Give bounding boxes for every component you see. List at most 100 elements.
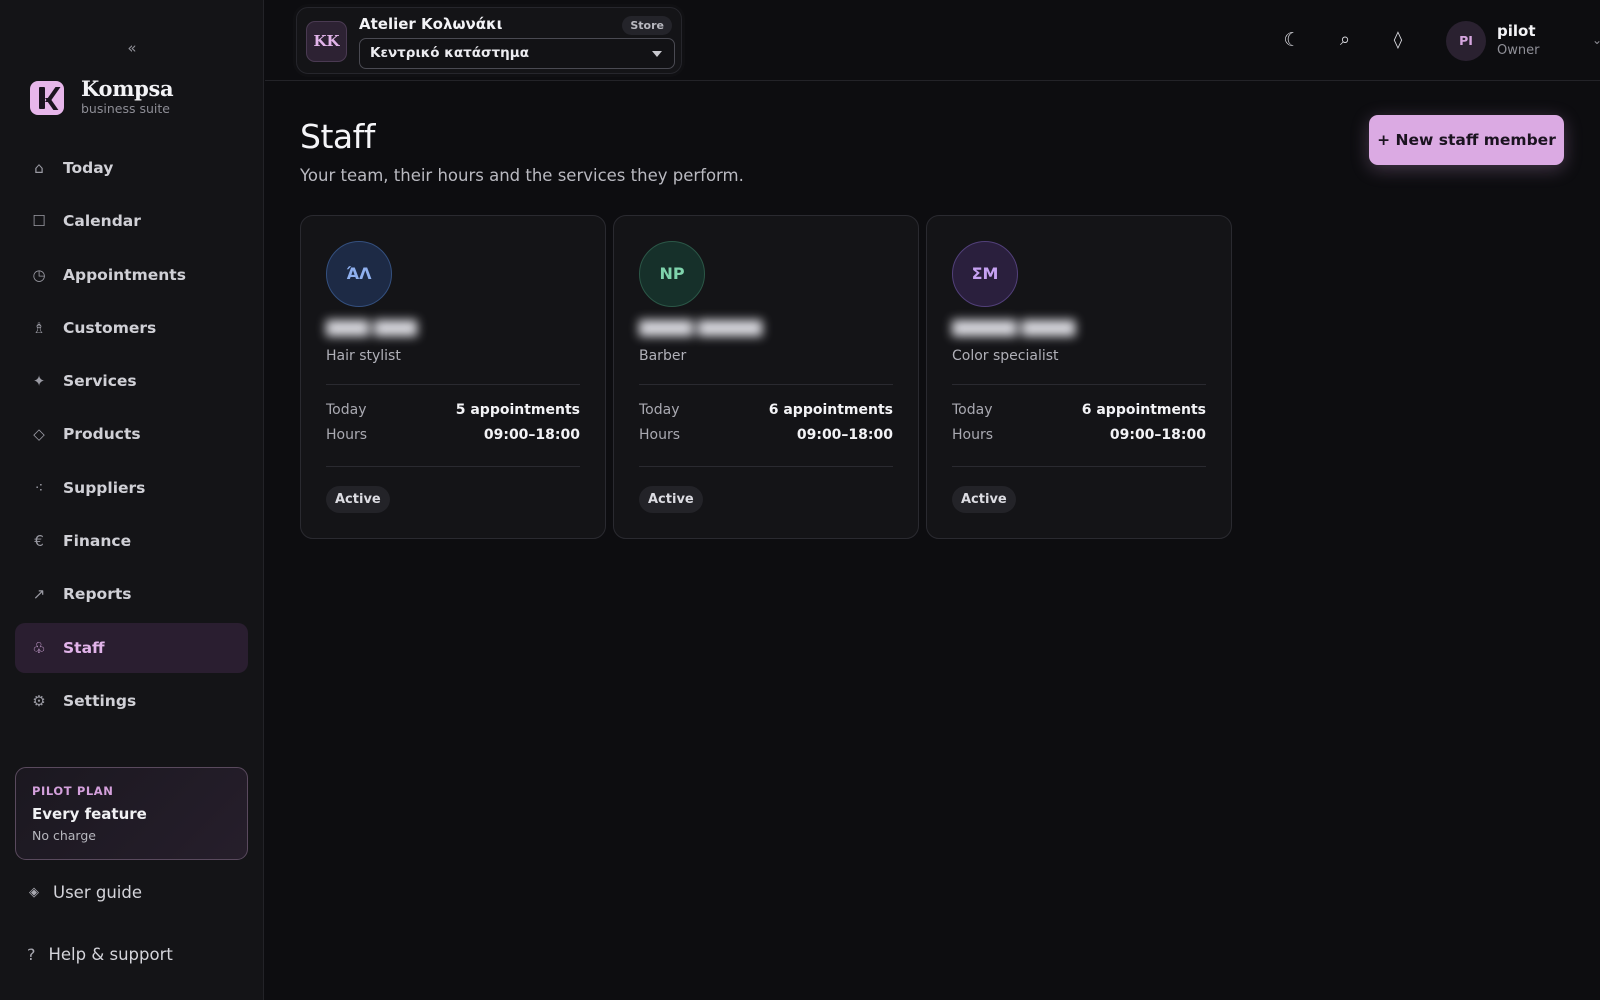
divider (326, 466, 580, 467)
staff-card[interactable]: ΣΜ ██████ █████ Color specialist Today 6… (926, 215, 1232, 539)
home-icon: ⌂ (34, 159, 44, 177)
plan-tag: PILOT PLAN (32, 784, 114, 798)
help-support-label: Help & support (48, 945, 173, 964)
kompsa-logo-icon (30, 80, 64, 115)
staff-card[interactable]: ΆΛ ████ ████ Hair stylist Today 5 appoin… (300, 215, 606, 539)
staff-name: ██████ █████ (952, 321, 1076, 337)
sidebar-item-label: Products (63, 425, 141, 444)
person-icon: ♗ (32, 318, 46, 337)
top-bar: KK Atelier Κολωνάκι Store Κεντρικό κατάσ… (265, 0, 1600, 81)
hours-label: Hours (952, 427, 994, 443)
today-label: Today (952, 402, 993, 418)
gear-icon: ⚙ (32, 691, 46, 710)
sidebar-nav: ⌂ Today ☐ Calendar ◷ Appointments ♗ Cust… (15, 143, 248, 729)
calendar-icon: ☐ (32, 212, 46, 231)
sidebar-item-reports[interactable]: ↗ Reports (15, 569, 248, 619)
sidebar-item-customers[interactable]: ♗ Customers (15, 303, 248, 353)
staff-avatar: NP (639, 241, 705, 307)
help-support-link[interactable]: ? Help & support (27, 945, 173, 964)
divider (952, 384, 1206, 385)
sidebar-item-suppliers[interactable]: ⁖ Suppliers (15, 463, 248, 513)
sidebar-item-label: Reports (63, 585, 132, 604)
staff-name: █████ ██████ (639, 321, 763, 337)
today-value: 5 appointments (455, 402, 580, 418)
plan-subtitle: No charge (32, 828, 96, 843)
plan-title: Every feature (32, 805, 147, 823)
divider (952, 466, 1206, 467)
staff-role: Color specialist (952, 348, 1059, 364)
user-guide-label: User guide (53, 883, 142, 902)
sidebar-item-calendar[interactable]: ☐ Calendar (15, 196, 248, 246)
sidebar-item-label: Services (63, 372, 137, 391)
sidebar-item-label: Staff (63, 638, 105, 657)
store-avatar: KK (306, 21, 347, 62)
sidebar-item-today[interactable]: ⌂ Today (15, 143, 248, 193)
hours-value: 09:00–18:00 (1109, 427, 1206, 443)
collapse-sidebar-button[interactable]: « (124, 38, 140, 58)
sparkle-icon: ✦ (32, 372, 46, 391)
staff-avatar: ΆΛ (326, 241, 392, 307)
status-badge: Active (326, 486, 390, 513)
search-icon[interactable]: ⌕ (1334, 28, 1356, 52)
question-icon: ? (27, 945, 36, 964)
plan-card[interactable]: PILOT PLAN Every feature No charge (15, 767, 248, 860)
divider (326, 384, 580, 385)
sidebar-item-settings[interactable]: ⚙ Settings (15, 676, 248, 726)
today-label: Today (326, 402, 367, 418)
moon-icon[interactable]: ☾ (1281, 28, 1303, 52)
today-value: 6 appointments (1081, 402, 1206, 418)
hours-value: 09:00–18:00 (796, 427, 893, 443)
arrow-up-right-icon: ↗ (32, 585, 46, 604)
diamond-icon: ◇ (33, 425, 45, 444)
status-badge: Active (952, 486, 1016, 513)
sidebar-item-label: Today (63, 159, 114, 177)
staff-name: ████ ████ (326, 321, 418, 337)
brand[interactable]: Kompsa business suite (30, 76, 174, 117)
branch-select[interactable]: Κεντρικό κατάστημα (359, 38, 675, 69)
new-staff-member-button[interactable]: + New staff member (1369, 115, 1564, 165)
staff-icon: ♧ (32, 638, 46, 657)
network-icon: ⁖ (34, 478, 44, 497)
sidebar-item-staff[interactable]: ♧ Staff (15, 622, 248, 673)
sidebar-item-label: Settings (63, 691, 137, 710)
today-label: Today (639, 402, 680, 418)
avatar: PI (1446, 21, 1486, 61)
divider (639, 466, 893, 467)
brand-tagline: business suite (81, 101, 170, 116)
sidebar-item-services[interactable]: ✦ Services (15, 356, 248, 406)
hours-value: 09:00–18:00 (483, 427, 580, 443)
euro-icon: € (34, 532, 44, 551)
guide-diamond-icon: ◈ (29, 885, 39, 900)
brand-name: Kompsa (81, 76, 174, 101)
chevron-down-icon: ⌄ (1592, 33, 1600, 47)
sidebar-item-finance[interactable]: € Finance (15, 516, 248, 566)
user-role: Owner (1497, 43, 1540, 58)
sidebar-item-label: Suppliers (63, 478, 146, 497)
user-name: pilot (1497, 22, 1536, 40)
sidebar-item-label: Finance (63, 532, 132, 551)
diamond-icon[interactable]: ◊ (1387, 28, 1409, 52)
status-badge: Active (639, 486, 703, 513)
user-guide-link[interactable]: ◈ User guide (29, 883, 142, 902)
staff-avatar: ΣΜ (952, 241, 1018, 307)
branch-select-value: Κεντρικό κατάστημα (370, 45, 529, 61)
sidebar-item-appointments[interactable]: ◷ Appointments (15, 250, 248, 300)
sidebar: « Kompsa business suite ⌂ Today ☐ Calend… (0, 0, 264, 1000)
sidebar-item-products[interactable]: ◇ Products (15, 409, 248, 459)
page-title: Staff (300, 117, 375, 156)
staff-role: Barber (639, 348, 687, 364)
sidebar-item-label: Calendar (63, 212, 141, 231)
hours-label: Hours (639, 427, 681, 443)
staff-role: Hair stylist (326, 348, 401, 364)
staff-card[interactable]: NP █████ ██████ Barber Today 6 appointme… (613, 215, 919, 539)
store-name: Atelier Κολωνάκι (359, 15, 503, 33)
sidebar-item-label: Customers (63, 318, 157, 337)
sidebar-item-label: Appointments (63, 265, 186, 284)
divider (639, 384, 893, 385)
store-switcher[interactable]: KK Atelier Κολωνάκι Store Κεντρικό κατάσ… (296, 7, 682, 74)
caret-down-icon (652, 51, 662, 57)
hours-label: Hours (326, 427, 368, 443)
page-subtitle: Your team, their hours and the services … (300, 166, 744, 185)
store-badge: Store (622, 16, 672, 35)
clock-icon: ◷ (32, 265, 46, 284)
